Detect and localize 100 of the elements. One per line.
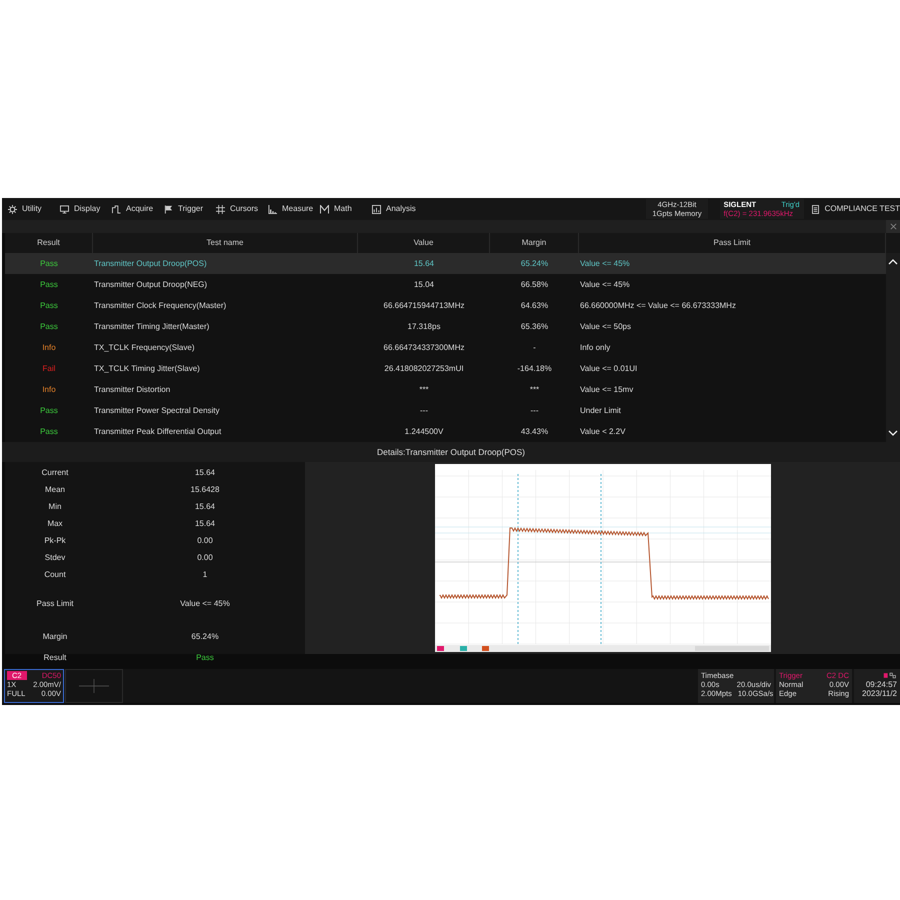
stat-label: Result: [42, 652, 68, 664]
stat-label: Pk-Pk: [43, 534, 67, 546]
limit-cell-text: Value <= 0.01UI: [579, 362, 638, 374]
test-name: Transmitter Peak Differential Output: [93, 426, 222, 438]
stat-label: Max: [46, 518, 64, 530]
margin-cell-text: 64.63%: [520, 300, 550, 312]
limit-cell-text: Value <= 15mv: [579, 384, 634, 396]
limit-cell-text: Info only: [579, 342, 612, 354]
stat-label: Current: [40, 466, 70, 478]
clock-date: 2023/11/2: [861, 689, 897, 698]
table-row[interactable]: Pass Transmitter Output Droop(POS) 15.64 65.24% Value <= 45%: [5, 253, 886, 274]
limit-cell-text: Value <= 50ps: [579, 320, 632, 332]
stat-value: 65.24%: [190, 630, 220, 642]
table-row[interactable]: Pass Transmitter Power Spectral Density --- --- Under Limit: [5, 400, 886, 421]
network-icon: [883, 672, 897, 680]
clock-time: 09:24:57: [864, 680, 897, 689]
stat-value: 15.6428: [190, 484, 220, 496]
table-row[interactable]: Info TX_TCLK Frequency(Slave) 66.664734337300MHz - Info only: [5, 337, 886, 358]
stat-value: 1: [202, 568, 208, 580]
result-status: Pass: [39, 258, 59, 270]
stat-label: Min: [48, 500, 62, 512]
crosshair-icon: [216, 204, 225, 214]
menu-item[interactable]: Analysis: [366, 203, 426, 215]
menu-item[interactable]: Math: [314, 203, 366, 215]
margin-cell-text: 66.58%: [520, 278, 550, 290]
margin-cell-text: -164.18%: [516, 362, 553, 374]
plus-icon: [79, 679, 109, 693]
table-row[interactable]: Pass Transmitter Timing Jitter(Master) 17.318ps 65.36% Value <= 50ps: [5, 316, 886, 337]
stat-value: 15.64: [194, 500, 216, 512]
table-row[interactable]: Info Transmitter Distortion *** *** Value <= 15mv: [5, 379, 886, 400]
table-row[interactable]: Pass Transmitter Clock Frequency(Master) 66.664715944713MHz 64.63% 66.660000MHz <= Value <= 66.673333MHz: [5, 295, 886, 316]
menu-item[interactable]: Acquire: [106, 203, 158, 215]
value-cell-text: 66.664715944713MHz: [382, 300, 466, 312]
result-status: Pass: [39, 278, 59, 290]
menu-item[interactable]: Display: [54, 203, 106, 215]
value-cell-text: 26.418082027253mUI: [383, 362, 465, 374]
value-cell-text: ---: [419, 404, 429, 416]
margin-cell-text: -: [532, 342, 537, 354]
table-row[interactable]: Pass Transmitter Output Droop(NEG) 15.04 66.58% Value <= 45%: [5, 274, 886, 295]
test-name: TX_TCLK Frequency(Slave): [93, 342, 196, 354]
menu-item[interactable]: Utility: [2, 203, 54, 215]
bar-chart-icon: [268, 204, 277, 214]
chart-icon: [372, 204, 381, 214]
value-cell-text: 1.244500V: [404, 426, 444, 438]
limit-cell-text: 66.660000MHz <= Value <= 66.673333MHz: [579, 300, 737, 312]
result-status: Pass: [39, 300, 59, 312]
result-status: Info: [41, 342, 57, 354]
document-icon: [812, 204, 819, 214]
result-status: Pass: [39, 320, 59, 332]
margin-cell-text: 65.24%: [520, 258, 550, 270]
test-name: TX_TCLK Timing Jitter(Slave): [93, 362, 201, 374]
stat-label: Stdev: [44, 552, 66, 564]
table-row[interactable]: Fail TX_TCLK Timing Jitter(Slave) 26.418082027253mUI -164.18% Value <= 0.01UI: [5, 358, 886, 379]
close-icon: [890, 223, 896, 230]
close-button[interactable]: [886, 220, 900, 233]
margin-cell-text: 65.36%: [520, 320, 550, 332]
math-icon: [320, 204, 329, 214]
waveform-icon: [112, 204, 121, 214]
stat-label: Margin: [42, 630, 68, 642]
test-name: Transmitter Distortion: [93, 384, 172, 396]
scroll-up-icon[interactable]: [888, 259, 898, 265]
limit-cell-text: Under Limit: [579, 404, 622, 416]
app-title: COMPLIANCE TEST: [824, 203, 900, 215]
result-status: Fail: [42, 362, 56, 374]
margin-cell-text: ***: [528, 384, 540, 396]
test-name: Transmitter Power Spectral Density: [93, 404, 221, 416]
stat-value: 0.00: [196, 534, 214, 546]
test-name: Transmitter Clock Frequency(Master): [93, 300, 228, 312]
result-status: Info: [41, 384, 57, 396]
monitor-icon: [60, 204, 69, 214]
table-row[interactable]: Pass Transmitter Peak Differential Output 1.244500V 43.43% Value < 2.2V: [5, 421, 886, 442]
scrollbar[interactable]: [886, 253, 900, 442]
stat-value: Value <= 45%: [179, 598, 231, 610]
details-title: Details:Transmitter Output Droop(POS): [376, 446, 525, 458]
stat-label: Mean: [44, 484, 66, 496]
stat-label: Count: [43, 568, 67, 580]
limit-cell-text: Value < 2.2V: [579, 426, 626, 438]
scroll-down-icon[interactable]: [888, 430, 898, 436]
limit-cell-text: Value <= 45%: [579, 278, 631, 290]
margin-cell-text: ---: [530, 404, 540, 416]
value-cell-text: 15.04: [412, 278, 436, 290]
stat-value: 15.64: [194, 466, 216, 478]
stat-value: 0.00: [196, 552, 214, 564]
value-cell-text: ***: [418, 384, 430, 396]
margin-cell-text: 43.43%: [520, 426, 550, 438]
stat-label: Pass Limit: [36, 598, 74, 610]
flag-icon: [164, 204, 173, 214]
menu-item[interactable]: Trigger: [158, 203, 210, 215]
stat-value: 15.64: [194, 518, 216, 530]
result-status: Pass: [39, 426, 59, 438]
limit-cell-text: Value <= 45%: [579, 258, 631, 270]
menu-item[interactable]: Measure: [262, 203, 314, 215]
value-cell-text: 15.64: [412, 258, 436, 270]
menu-item[interactable]: Cursors: [210, 203, 262, 215]
gear-icon: [8, 204, 17, 214]
test-name: Transmitter Timing Jitter(Master): [93, 320, 210, 332]
value-cell-text: 66.664734337300MHz: [382, 342, 466, 354]
result-status: Pass: [39, 404, 59, 416]
test-name: Transmitter Output Droop(POS): [93, 258, 208, 270]
test-name: Transmitter Output Droop(NEG): [93, 278, 208, 290]
